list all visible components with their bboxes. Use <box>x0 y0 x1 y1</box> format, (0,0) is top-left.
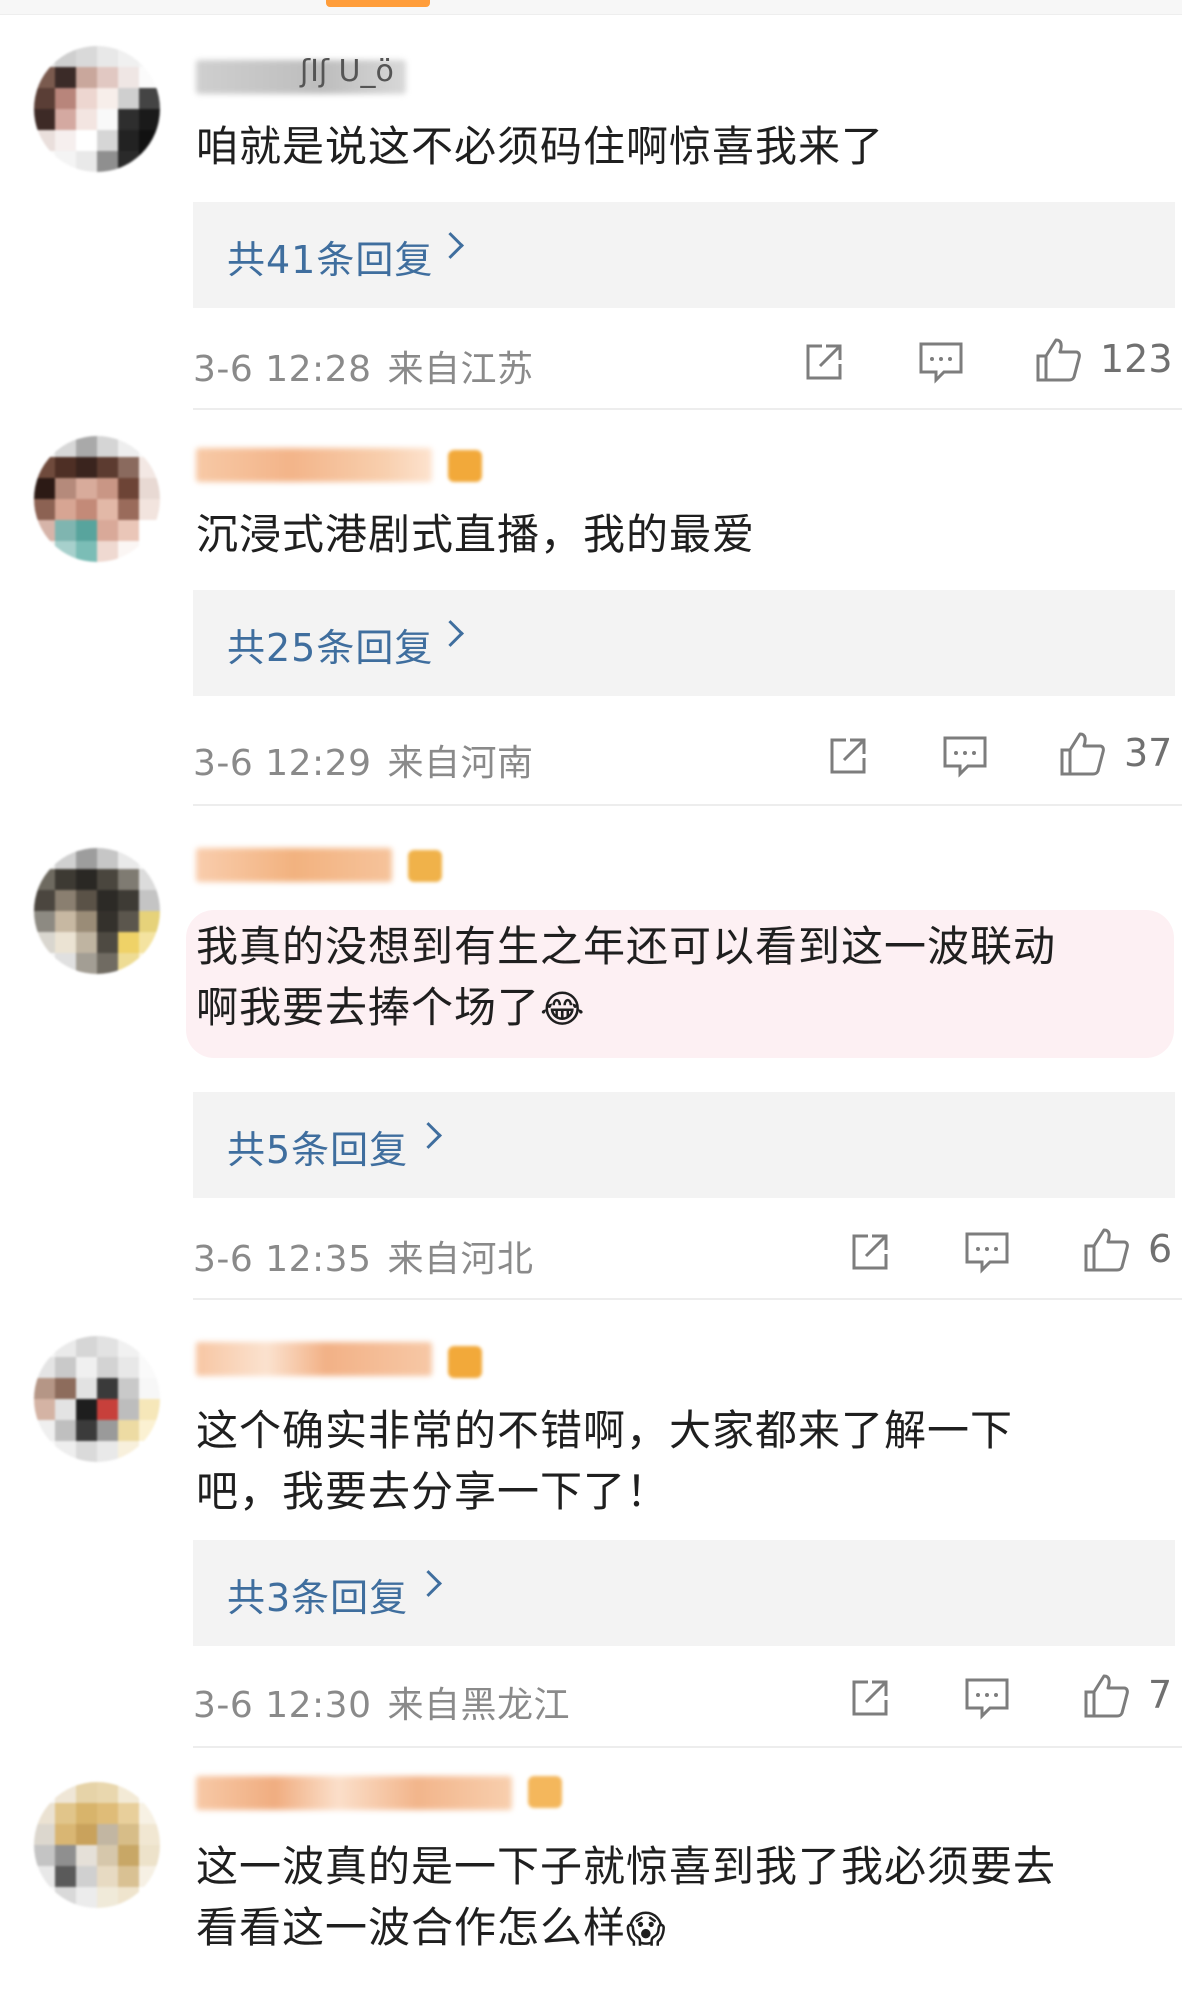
comment-text-line: 啊我要去捧个场了😂 <box>196 977 1156 1040</box>
replies-link[interactable]: 共41条回复 <box>193 202 1175 308</box>
comment-icon[interactable] <box>940 732 990 780</box>
comment-meta: 3-6 12:28 来自江苏 <box>193 340 534 392</box>
comment-text: 这个确实非常的不错啊，大家都来了解一下 吧，我要去分享一下了！ <box>196 1400 1156 1522</box>
replies-link[interactable]: 共3条回复 <box>193 1540 1175 1646</box>
comment-text: 这一波真的是一下子就惊喜到我了我必须要去 看看这一波合作怎么样😱 <box>196 1836 1156 1960</box>
timestamp: 3-6 12:35 <box>193 1239 372 1280</box>
timestamp: 3-6 12:29 <box>193 743 372 784</box>
user-level-badge <box>528 1776 562 1808</box>
avatar[interactable] <box>34 848 160 974</box>
user-level-badge <box>448 450 482 482</box>
comment-text-line: 看看这一波合作怎么样😱 <box>196 1897 1156 1960</box>
comment-icon[interactable] <box>962 1228 1012 1276</box>
chevron-right-icon <box>437 620 464 647</box>
replies-count-label: 共25条回复 <box>227 626 434 670</box>
like-count: 6 <box>1148 1227 1173 1271</box>
comment-meta: 3-6 12:30 来自黑龙江 <box>193 1676 570 1728</box>
comment-icon[interactable] <box>916 338 966 386</box>
replies-count-label: 共3条回复 <box>227 1576 409 1620</box>
username-redacted[interactable] <box>196 1776 512 1810</box>
share-icon[interactable] <box>824 732 872 780</box>
avatar[interactable] <box>34 46 160 172</box>
comment-item: 我真的没想到有生之年还可以看到这一波联动 啊我要去捧个场了😂 共5条回复 3-6… <box>0 806 1182 1300</box>
chevron-right-icon <box>415 1570 442 1597</box>
share-icon[interactable] <box>846 1228 894 1276</box>
comment-text: 沉浸式港剧式直播，我的最爱 <box>196 510 756 559</box>
comment-text: 咱就是说这不必须码住啊惊喜我来了 <box>196 122 885 171</box>
comment-text-line: 这个确实非常的不错啊，大家都来了解一下 <box>196 1406 1014 1455</box>
location: 来自河南 <box>387 743 534 784</box>
location: 来自江苏 <box>387 349 534 390</box>
chevron-right-icon <box>437 232 464 259</box>
comment-item: 这一波真的是一下子就惊喜到我了我必须要去 看看这一波合作怎么样😱 <box>0 1748 1182 1994</box>
timestamp: 3-6 12:30 <box>193 1685 372 1726</box>
laughing-emoji-icon: 😂 <box>540 987 586 1031</box>
screaming-emoji-icon: 😱 <box>626 1907 667 1951</box>
timestamp: 3-6 12:28 <box>193 349 372 390</box>
location: 来自河北 <box>387 1239 534 1280</box>
thumbs-up-icon[interactable] <box>1032 334 1084 386</box>
comment-text: 我真的没想到有生之年还可以看到这一波联动 啊我要去捧个场了😂 <box>196 916 1156 1040</box>
username-redacted[interactable] <box>196 848 392 882</box>
replies-count-label: 共41条回复 <box>227 238 434 282</box>
location: 来自黑龙江 <box>387 1685 571 1726</box>
comment-meta: 3-6 12:29 来自河南 <box>193 734 534 786</box>
comment-text-line: 吧，我要去分享一下了！ <box>196 1467 670 1516</box>
comment-icon[interactable] <box>962 1674 1012 1722</box>
share-icon[interactable] <box>846 1674 894 1722</box>
username-visible-fragment[interactable]: ʃIʃ U_ö <box>300 54 394 89</box>
comment-item: 沉浸式港剧式直播，我的最爱 共25条回复 3-6 12:29 来自河南 37 <box>0 410 1182 806</box>
username-redacted[interactable] <box>196 448 432 482</box>
comment-text-line: 这一波真的是一下子就惊喜到我了我必须要去 <box>196 1842 1057 1891</box>
replies-count-label: 共5条回复 <box>227 1128 409 1172</box>
comment-item: ʃIʃ U_ö 咱就是说这不必须码住啊惊喜我来了 共41条回复 3-6 12:2… <box>0 0 1182 410</box>
replies-link[interactable]: 共5条回复 <box>193 1092 1175 1198</box>
comment-item: 这个确实非常的不错啊，大家都来了解一下 吧，我要去分享一下了！ 共3条回复 3-… <box>0 1300 1182 1748</box>
user-level-badge <box>408 850 442 882</box>
like-count: 7 <box>1148 1673 1173 1717</box>
thumbs-up-icon[interactable] <box>1056 728 1108 780</box>
thumbs-up-icon[interactable] <box>1080 1670 1132 1722</box>
chevron-right-icon <box>415 1122 442 1149</box>
avatar[interactable] <box>34 1336 160 1462</box>
replies-link[interactable]: 共25条回复 <box>193 590 1175 696</box>
username-redacted[interactable] <box>196 1342 432 1376</box>
user-level-badge <box>448 1346 482 1378</box>
avatar[interactable] <box>34 436 160 562</box>
avatar[interactable] <box>34 1782 160 1908</box>
comment-meta: 3-6 12:35 来自河北 <box>193 1230 534 1282</box>
like-count: 123 <box>1100 337 1173 381</box>
comment-text-line-2: 啊我要去捧个场了 <box>196 983 541 1032</box>
comment-text-line-2: 看看这一波合作怎么样 <box>196 1903 627 1952</box>
like-count: 37 <box>1124 731 1173 775</box>
share-icon[interactable] <box>800 338 848 386</box>
comment-text-line: 我真的没想到有生之年还可以看到这一波联动 <box>196 922 1057 971</box>
thumbs-up-icon[interactable] <box>1080 1224 1132 1276</box>
